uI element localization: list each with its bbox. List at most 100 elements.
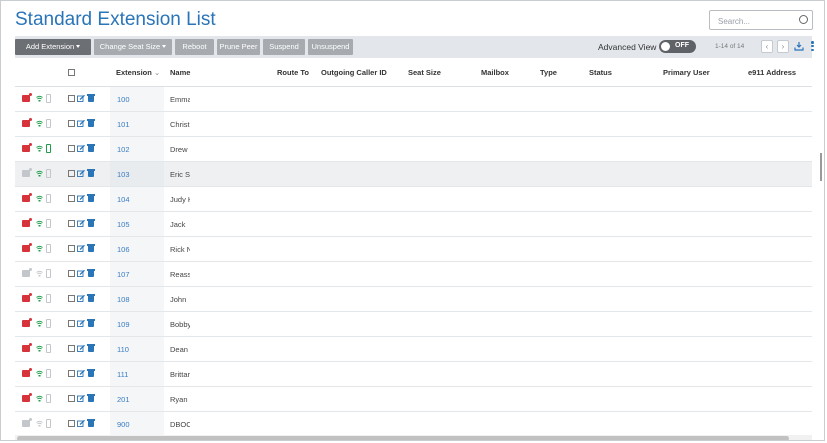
table-row[interactable]: 101 Christi [15,112,812,137]
search-input[interactable] [716,12,796,31]
mobile-icon[interactable] [46,369,51,378]
column-mailbox[interactable]: Mailbox [481,68,509,77]
desk-phone-icon[interactable] [22,170,30,177]
softphone-icon[interactable] [36,320,43,327]
edit-icon[interactable] [77,95,85,102]
chevron-right-icon[interactable]: › [777,40,789,53]
softphone-icon[interactable] [36,245,43,252]
column-name[interactable]: Name [170,68,190,77]
softphone-icon[interactable] [36,195,43,202]
unsuspend-button[interactable]: Unsuspend [308,39,353,55]
softphone-icon[interactable] [36,170,43,177]
table-row[interactable]: 105 Jack [15,212,812,237]
delete-icon[interactable] [87,94,95,102]
extension-link[interactable]: 101 [117,120,130,129]
row-checkbox[interactable] [68,145,75,152]
extension-link[interactable]: 103 [117,170,130,179]
mobile-icon[interactable] [46,294,51,303]
row-checkbox[interactable] [68,345,75,352]
desk-phone-icon[interactable] [22,120,30,127]
delete-icon[interactable] [87,369,95,377]
extension-link[interactable]: 107 [117,270,130,279]
edit-icon[interactable] [77,370,85,377]
delete-icon[interactable] [87,394,95,402]
softphone-icon[interactable] [36,345,43,352]
reboot-button[interactable]: Reboot [175,39,214,55]
delete-icon[interactable] [87,244,95,252]
table-row[interactable]: 107 Reasse [15,262,812,287]
suspend-button[interactable]: Suspend [263,39,305,55]
softphone-icon[interactable] [36,95,43,102]
mobile-icon[interactable] [46,194,51,203]
row-checkbox[interactable] [68,420,75,427]
delete-icon[interactable] [87,169,95,177]
column-extension[interactable]: Extension ⌄ [116,68,160,77]
delete-icon[interactable] [87,219,95,227]
extension-link[interactable]: 111 [117,370,128,379]
mobile-icon[interactable] [46,94,51,103]
extension-link[interactable]: 105 [117,220,130,229]
extension-link[interactable]: 201 [117,395,130,404]
row-checkbox[interactable] [68,170,75,177]
delete-icon[interactable] [87,294,95,302]
column-route-to[interactable]: Route To [277,68,309,77]
table-row[interactable]: 111 Brittar [15,362,812,387]
mobile-icon[interactable] [46,219,51,228]
edit-icon[interactable] [77,270,85,277]
desk-phone-icon[interactable] [22,245,30,252]
desk-phone-icon[interactable] [22,320,30,327]
desk-phone-icon[interactable] [22,295,30,302]
extension-link[interactable]: 108 [117,295,130,304]
mobile-icon[interactable] [46,119,51,128]
add-extension-button[interactable]: Add Extension [15,39,91,55]
delete-icon[interactable] [87,194,95,202]
horizontal-scrollbar-thumb[interactable] [17,436,789,440]
table-row[interactable]: 109 Bobby [15,312,812,337]
mobile-icon[interactable] [46,344,51,353]
table-row[interactable]: 108 John [15,287,812,312]
table-row[interactable]: 201 Ryan I [15,387,812,412]
table-row[interactable]: 102 Drew I [15,137,812,162]
extension-link[interactable]: 110 [117,345,129,354]
softphone-icon[interactable] [36,395,43,402]
desk-phone-icon[interactable] [22,420,30,427]
row-checkbox[interactable] [68,120,75,127]
edit-icon[interactable] [77,395,85,402]
softphone-icon[interactable] [36,295,43,302]
table-row[interactable]: 110 Dean I [15,337,812,362]
horizontal-scrollbar[interactable] [15,435,812,440]
table-row[interactable]: 100 Emma [15,87,812,112]
extension-link[interactable]: 100 [117,95,130,104]
table-row[interactable]: 106 Rick N [15,237,812,262]
extension-link[interactable]: 106 [117,245,130,254]
column-type[interactable]: Type [540,68,557,77]
mobile-icon[interactable] [46,144,51,153]
row-checkbox[interactable] [68,295,75,302]
extension-link[interactable]: 109 [117,320,130,329]
desk-phone-icon[interactable] [22,220,30,227]
edit-icon[interactable] [77,420,85,427]
edit-icon[interactable] [77,170,85,177]
column-outgoing-caller-id[interactable]: Outgoing Caller ID [321,68,387,77]
download-icon[interactable] [794,41,804,51]
delete-icon[interactable] [87,119,95,127]
delete-icon[interactable] [87,144,95,152]
row-checkbox[interactable] [68,395,75,402]
extension-link[interactable]: 104 [117,195,130,204]
delete-icon[interactable] [87,319,95,327]
column-status[interactable]: Status [589,68,612,77]
mobile-icon[interactable] [46,319,51,328]
delete-icon[interactable] [87,419,95,427]
desk-phone-icon[interactable] [22,195,30,202]
more-vertical-icon[interactable] [811,41,815,52]
column-primary-user[interactable]: Primary User [663,68,710,77]
advanced-view-toggle[interactable]: OFF [659,40,696,53]
desk-phone-icon[interactable] [22,370,30,377]
edit-icon[interactable] [77,120,85,127]
desk-phone-icon[interactable] [22,270,30,277]
extension-link[interactable]: 102 [117,145,130,154]
edit-icon[interactable] [77,320,85,327]
mobile-icon[interactable] [46,419,51,428]
mobile-icon[interactable] [46,244,51,253]
table-row[interactable]: 900 DBOCI [15,412,812,437]
